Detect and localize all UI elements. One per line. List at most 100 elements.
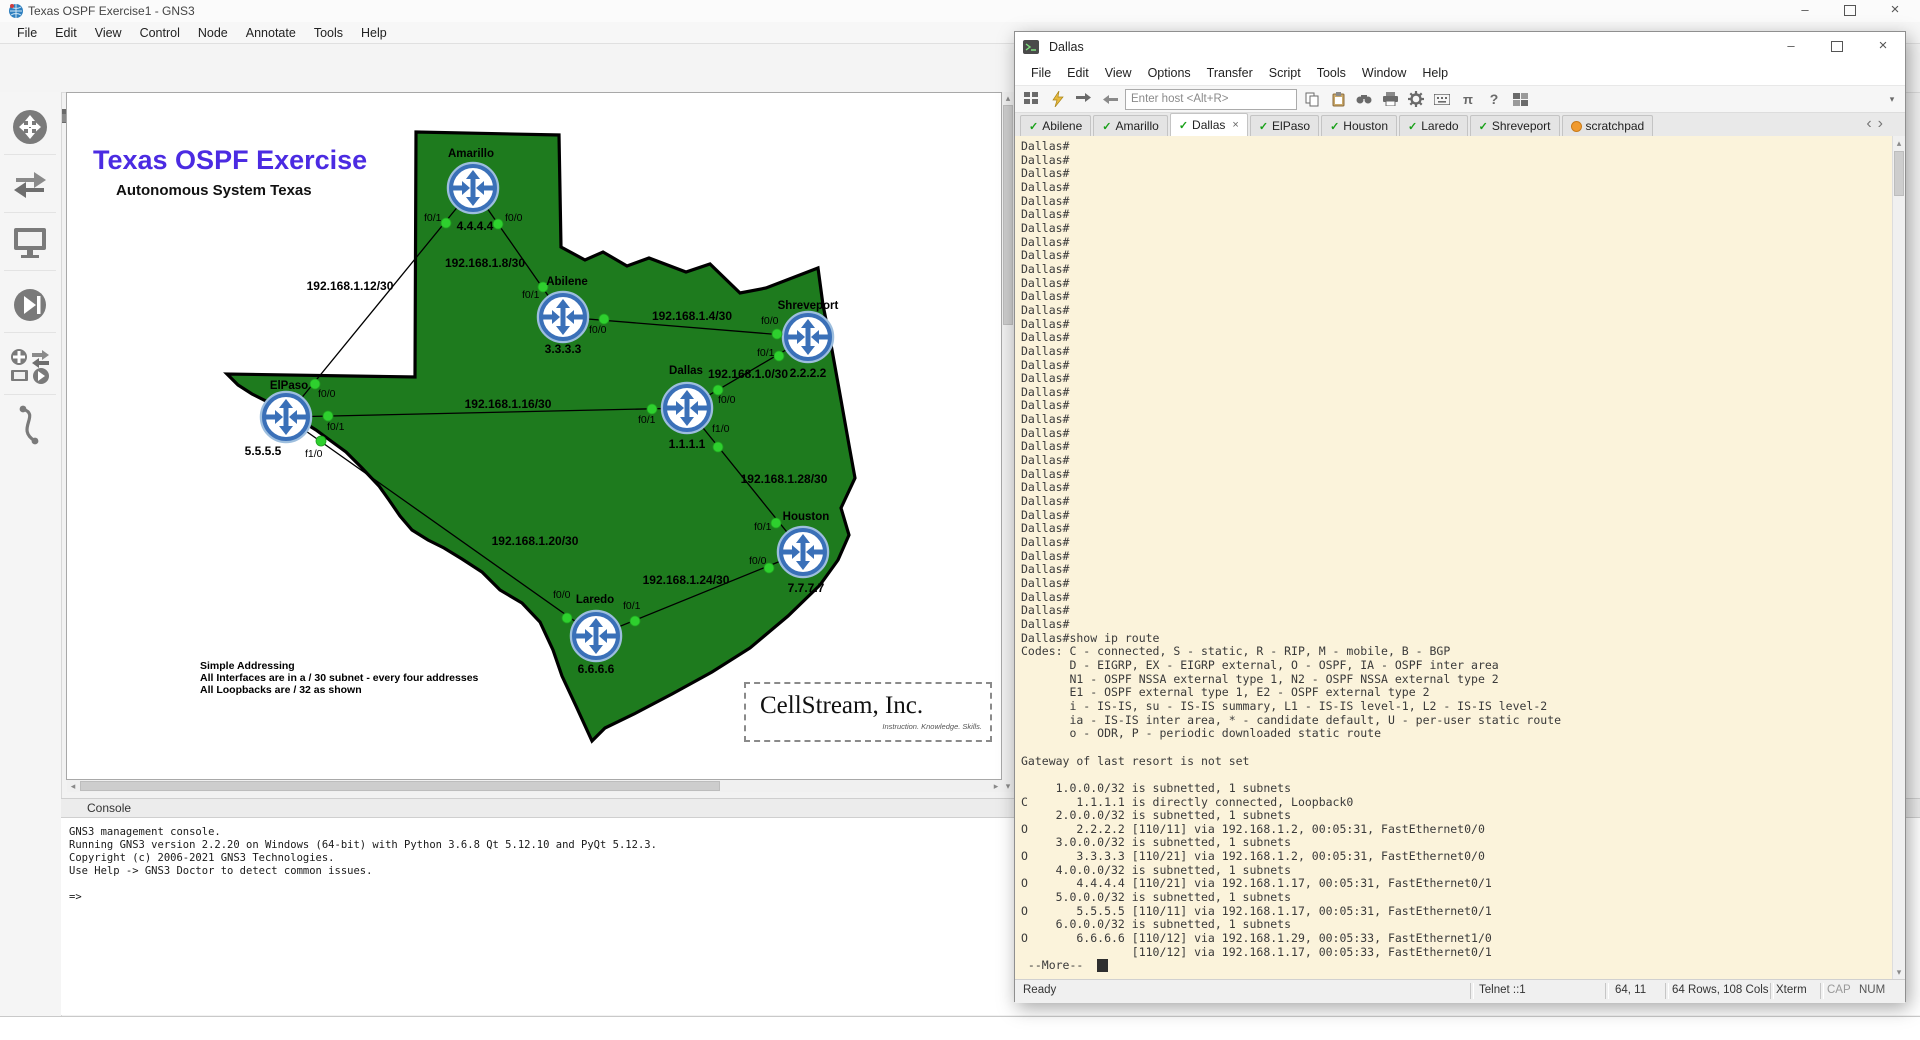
browse-routers-button[interactable] bbox=[4, 100, 56, 155]
crt-menu-edit[interactable]: Edit bbox=[1059, 64, 1097, 82]
crt-menu-window[interactable]: Window bbox=[1354, 64, 1414, 82]
note-line: All Interfaces are in a / 30 subnet - ev… bbox=[200, 672, 479, 684]
scroll-up-icon[interactable]: ▴ bbox=[1893, 137, 1905, 149]
all-devices-icon bbox=[8, 347, 52, 387]
toolbar-overflow-icon[interactable]: ▾ bbox=[1881, 89, 1903, 109]
tab-laredo[interactable]: ✓Laredo bbox=[1399, 115, 1468, 136]
gns3-device-sidebar bbox=[0, 92, 62, 1016]
keymap-button[interactable] bbox=[1431, 89, 1453, 109]
menu-control[interactable]: Control bbox=[131, 24, 189, 42]
vscroll-thumb[interactable] bbox=[1003, 105, 1013, 325]
logo-text: CellStream, Inc. bbox=[760, 692, 990, 720]
router-node-elpaso[interactable] bbox=[261, 392, 311, 442]
menu-view[interactable]: View bbox=[86, 24, 131, 42]
connected-check-icon: ✓ bbox=[1179, 119, 1188, 132]
crt-menu-help[interactable]: Help bbox=[1414, 64, 1456, 82]
scroll-up-icon[interactable]: ▴ bbox=[1002, 92, 1014, 104]
scroll-left-icon[interactable]: ◂ bbox=[67, 780, 79, 792]
menu-help[interactable]: Help bbox=[352, 24, 396, 42]
copy-button[interactable] bbox=[1301, 89, 1323, 109]
crt-menu-options[interactable]: Options bbox=[1140, 64, 1199, 82]
port-label: f0/0 bbox=[749, 555, 767, 567]
menu-edit[interactable]: Edit bbox=[46, 24, 86, 42]
print-button[interactable] bbox=[1379, 89, 1401, 109]
terminal-scrollbar[interactable]: ▴ ▾ bbox=[1892, 136, 1905, 979]
port-label: f0/1 bbox=[522, 289, 540, 301]
terminal-scroll-thumb[interactable] bbox=[1894, 151, 1904, 196]
router-node-houston[interactable] bbox=[778, 527, 828, 577]
gns3-minimize-button[interactable]: – bbox=[1785, 0, 1825, 21]
menu-file[interactable]: File bbox=[8, 24, 46, 42]
tab-houston[interactable]: ✓Houston bbox=[1321, 115, 1397, 136]
scroll-down-icon[interactable]: ▾ bbox=[1893, 966, 1905, 978]
menu-annotate[interactable]: Annotate bbox=[237, 24, 305, 42]
loopback-shreveport: 2.2.2.2 bbox=[790, 366, 827, 380]
browse-switches-button[interactable] bbox=[4, 158, 56, 213]
map-hscrollbar[interactable]: ◂ ▸ bbox=[67, 780, 1002, 792]
hscroll-thumb[interactable] bbox=[80, 781, 720, 791]
router-label-houston: Houston bbox=[783, 511, 830, 523]
scroll-down-icon[interactable]: ▾ bbox=[1002, 780, 1014, 792]
crt-menu-file[interactable]: File bbox=[1023, 64, 1059, 82]
port-label: f0/0 bbox=[761, 315, 779, 327]
router-node-abilene[interactable] bbox=[538, 292, 588, 342]
menu-tools[interactable]: Tools bbox=[305, 24, 352, 42]
browse-security-devices-button[interactable] bbox=[4, 278, 56, 333]
tab-scratchpad[interactable]: scratchpad bbox=[1562, 115, 1654, 136]
add-link-icon bbox=[13, 403, 47, 447]
quick-connect-button[interactable] bbox=[1047, 89, 1069, 109]
status-ready: Ready bbox=[1023, 984, 1056, 996]
reconnect-button[interactable] bbox=[1099, 89, 1121, 109]
scroll-right-icon[interactable]: ▸ bbox=[990, 780, 1002, 792]
router-node-amarillo[interactable] bbox=[448, 163, 498, 213]
router-node-laredo[interactable] bbox=[571, 611, 621, 661]
crt-menu-tools[interactable]: Tools bbox=[1309, 64, 1354, 82]
crt-tabbar: ✓Abilene ✓Amarillo ✓Dallas× ✓ElPaso ✓Hou… bbox=[1015, 113, 1905, 137]
gns3-maximize-button[interactable] bbox=[1830, 0, 1870, 21]
crt-minimize-button[interactable]: – bbox=[1771, 36, 1811, 57]
tabs-scroll-right-icon[interactable]: › bbox=[1878, 115, 1883, 133]
menu-node[interactable]: Node bbox=[189, 24, 237, 42]
tab-dallas[interactable]: ✓Dallas× bbox=[1170, 113, 1248, 136]
subnet-label: 192.168.1.0/30 bbox=[708, 367, 788, 381]
browse-all-devices-button[interactable] bbox=[4, 340, 56, 395]
gns3-close-button[interactable]: × bbox=[1875, 0, 1915, 21]
terminal-screen[interactable]: Dallas# Dallas# Dallas# Dallas# Dallas# … bbox=[1015, 136, 1892, 979]
add-link-button[interactable] bbox=[4, 398, 56, 452]
router-node-dallas[interactable] bbox=[662, 383, 712, 433]
tab-close-icon[interactable]: × bbox=[1232, 119, 1238, 131]
port-label: f0/0 bbox=[718, 394, 736, 406]
router-label-amarillo: Amarillo bbox=[448, 148, 494, 160]
map-notes: Simple Addressing All Interfaces are in … bbox=[200, 660, 479, 696]
crt-statusbar: Ready Telnet ::1 64, 11 64 Rows, 108 Col… bbox=[1015, 979, 1905, 1003]
port-label: f1/0 bbox=[305, 448, 323, 460]
session-grid-icon bbox=[1024, 92, 1040, 106]
crt-menu-view[interactable]: View bbox=[1097, 64, 1140, 82]
tabs-scroll-left-icon[interactable]: ‹ bbox=[1866, 115, 1871, 133]
find-button[interactable] bbox=[1353, 89, 1375, 109]
host-input[interactable]: Enter host <Alt+R> bbox=[1125, 89, 1297, 110]
router-label-abilene: Abilene bbox=[546, 276, 588, 288]
tab-elpaso[interactable]: ✓ElPaso bbox=[1250, 115, 1319, 136]
options-button[interactable] bbox=[1405, 89, 1427, 109]
status-separator bbox=[1770, 983, 1774, 999]
session-dialog-button[interactable] bbox=[1021, 89, 1043, 109]
crt-maximize-button[interactable] bbox=[1817, 36, 1857, 57]
port-label: f0/1 bbox=[757, 347, 775, 359]
connect-button[interactable] bbox=[1073, 89, 1095, 109]
tile-windows-button[interactable] bbox=[1509, 89, 1531, 109]
tab-abilene[interactable]: ✓Abilene bbox=[1020, 115, 1091, 136]
crt-close-button[interactable]: × bbox=[1863, 36, 1903, 57]
script-button[interactable]: π bbox=[1457, 89, 1479, 109]
tab-amarillo[interactable]: ✓Amarillo bbox=[1093, 115, 1168, 136]
crt-menu-transfer[interactable]: Transfer bbox=[1199, 64, 1261, 82]
paste-button[interactable] bbox=[1327, 89, 1349, 109]
map-vscrollbar[interactable]: ▴ ▾ bbox=[1002, 92, 1014, 792]
browse-end-devices-button[interactable] bbox=[4, 216, 56, 271]
router-node-shreveport[interactable] bbox=[783, 312, 833, 362]
crt-menu-script[interactable]: Script bbox=[1261, 64, 1309, 82]
printer-icon bbox=[1383, 92, 1398, 106]
tab-shreveport[interactable]: ✓Shreveport bbox=[1470, 115, 1560, 136]
help-button[interactable]: ? bbox=[1483, 89, 1505, 109]
status-separator bbox=[1605, 983, 1609, 999]
